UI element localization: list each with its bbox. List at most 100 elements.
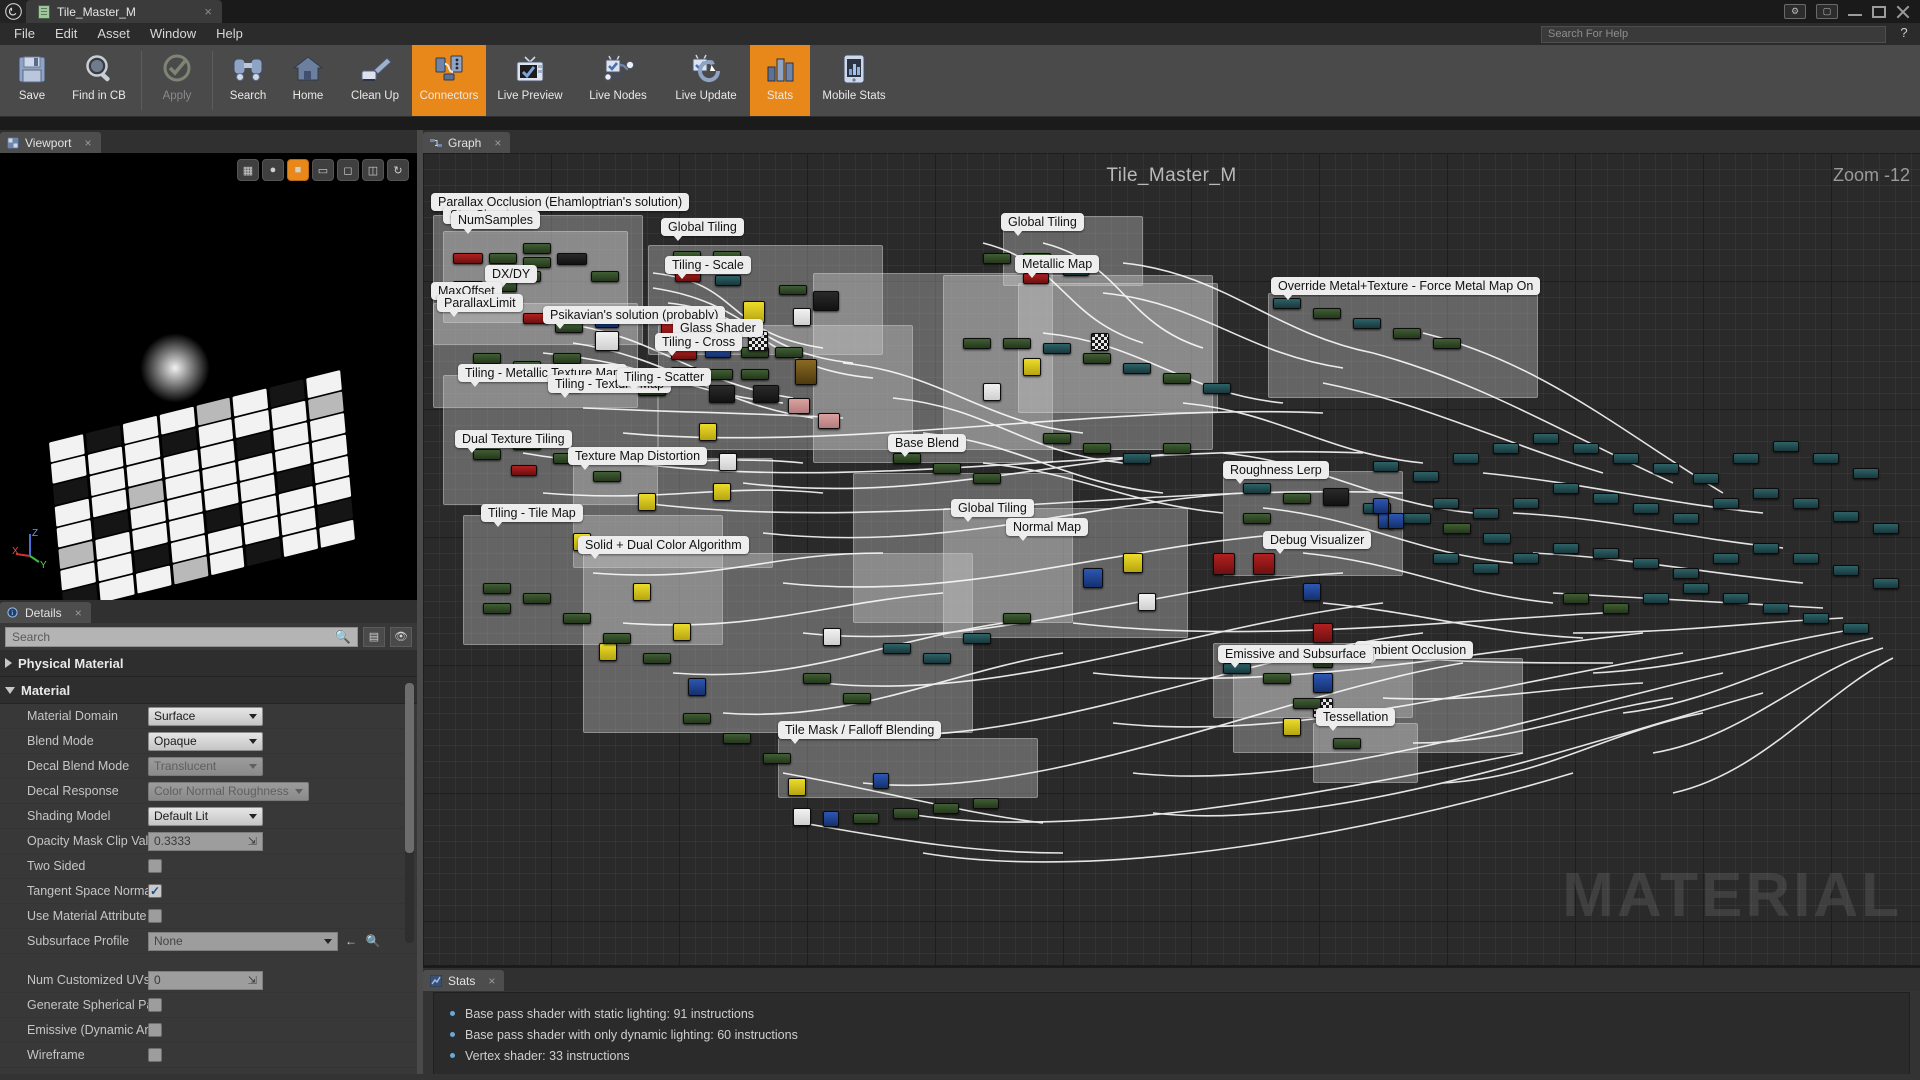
graph-comment-label[interactable]: Roughness Lerp [1223,461,1329,484]
use-selected-asset-icon[interactable]: ← [342,932,360,950]
quick-settings-icon[interactable]: ⚙ [1784,4,1806,19]
toolbar-button-connectors[interactable]: Connectors [412,45,486,116]
opacity-mask-clip-value-input[interactable]: 0.3333 ⇲ [148,831,263,851]
document-tab[interactable]: Tile_Master_M × [26,0,222,23]
scrollbar-thumb[interactable] [405,683,414,853]
close-icon[interactable]: × [488,974,495,988]
toolbar-button-search[interactable]: Search [218,45,278,116]
viewport-btn-reset-icon[interactable]: ↻ [387,159,409,181]
material-domain-select[interactable]: Surface [148,706,263,726]
search-icon[interactable]: 🔍 [335,629,351,645]
viewport-btn-cube-icon[interactable]: ■ [287,159,309,181]
close-icon[interactable]: × [494,136,501,150]
graph-comment-label[interactable]: Base Blend [888,434,966,457]
comment-region[interactable] [1268,293,1538,398]
property-value [148,859,417,873]
viewport-btn-plane-icon[interactable]: ▭ [312,159,334,181]
toolbar-button-stats[interactable]: Stats [750,45,810,116]
graph-comment-label[interactable]: Global Tiling [951,499,1034,522]
graph-comment-label[interactable]: Tessellation [1316,708,1396,731]
blend-mode-select[interactable]: Opaque [148,731,263,751]
graph-comment-label[interactable]: Debug Visualizer [1263,531,1372,554]
graph-comment-label[interactable]: Texture Map Distortion [568,447,708,470]
menu-window[interactable]: Window [140,23,206,45]
viewport-btn-cylinder-icon[interactable]: ◻ [337,159,359,181]
graph-comment-label[interactable]: ParallaxLimit [437,294,523,317]
help-question-icon[interactable]: ? [1894,25,1914,40]
close-icon[interactable]: × [202,4,214,19]
toolbar-label-save: Save [18,90,46,102]
close-icon[interactable]: × [84,136,91,150]
console-icon[interactable]: ▢ [1816,4,1838,19]
category-material[interactable]: Material [0,677,417,704]
comment-region[interactable] [778,738,1038,798]
material-graph-canvas[interactable]: Tile_Master_M Zoom -12 MATERIAL Parallax… [423,153,1920,965]
graph-comment-label[interactable]: Emissive and Subsurface [1218,645,1374,668]
emissive-dynamic-area-light-checkbox[interactable] [148,1023,162,1037]
toolbar-button-find-in-cb[interactable]: Find in CB [62,45,136,116]
property-label: Num Customized UVs [27,973,148,987]
subsurface-profile-asset-picker[interactable]: None [148,931,338,951]
help-search-input[interactable]: Search For Help [1541,25,1886,43]
menu-edit[interactable]: Edit [45,23,87,45]
minimize-icon[interactable] [1848,8,1862,16]
toolbar-button-apply[interactable]: Apply [147,45,207,116]
graph-comment-label[interactable]: Override Metal+Texture - Force Metal Map… [1271,277,1541,300]
maximize-icon[interactable] [1872,5,1886,18]
shading-model-select[interactable]: Default Lit [148,806,263,826]
two-sided-checkbox[interactable] [148,859,162,873]
spinner-icon[interactable]: ⇲ [248,974,257,987]
graph-comment-label[interactable]: Global Tiling [661,218,744,241]
tab-viewport[interactable]: Viewport × [0,132,101,153]
generate-spherical-normals-checkbox[interactable] [148,998,162,1012]
toolbar-button-live-nodes[interactable]: Live Nodes [574,45,662,116]
toolbar-button-save[interactable]: Save [2,45,62,116]
viewport-btn-sphere-icon[interactable]: ● [262,159,284,181]
toolbar-button-clean-up[interactable]: Clean Up [338,45,412,116]
toolbar-button-live-update[interactable]: Live Update [662,45,750,116]
tangent-space-normal-checkbox[interactable] [148,884,162,898]
comment-region[interactable] [853,473,1073,623]
graph-comment-label[interactable]: Tiling - Cross [655,333,743,356]
viewport-canvas[interactable]: ▦ ● ■ ▭ ◻ ◫ ↻ Z X Y [0,153,417,600]
toolbar-button-home[interactable]: Home [278,45,338,116]
stat-line: Base pass shader with static lighting: 9… [450,1003,1909,1024]
toolbar-button-mobile-stats[interactable]: Mobile Stats [810,45,898,116]
spinner-icon[interactable]: ⇲ [248,835,257,848]
property-row-wireframe: Wireframe [0,1043,417,1068]
menu-help[interactable]: Help [206,23,253,45]
menu-file[interactable]: File [4,23,45,45]
stats-content: Base pass shader with static lighting: 9… [433,992,1910,1078]
graph-comment-label[interactable]: Tiling - Tile Map [481,504,583,527]
num-customized-uvs-input[interactable]: 0 ⇲ [148,970,263,990]
tab-stats[interactable]: Stats × [423,970,505,991]
comment-region[interactable] [1313,723,1418,783]
details-visibility-icon[interactable]: 👁 [390,626,412,647]
graph-comment-label[interactable]: NumSamples [451,211,541,234]
menu-asset[interactable]: Asset [87,23,140,45]
category-physical-material[interactable]: Physical Material [0,650,417,677]
viewport-btn-grid-icon[interactable]: ▦ [237,159,259,181]
viewport-btn-custom-icon[interactable]: ◫ [362,159,384,181]
close-icon[interactable]: × [75,606,82,620]
property-value: Opaque [148,731,417,751]
graph-comment-label[interactable]: Tile Mask / Falloff Blending [778,721,942,744]
search-input[interactable]: Search 🔍 [5,626,358,647]
graph-comment-label[interactable]: Global Tiling [1001,213,1084,236]
toolbar-button-live-preview[interactable]: Live Preview [486,45,574,116]
window-close-icon[interactable] [1896,6,1910,18]
graph-comment-label[interactable]: Normal Map [1006,518,1089,541]
tab-graph[interactable]: Graph × [423,132,511,153]
graph-comment-label[interactable]: Dual Texture Tiling [455,430,572,453]
details-list-view-icon[interactable]: ▤ [363,626,385,647]
wireframe-checkbox[interactable] [148,1048,162,1062]
graph-comment-label[interactable]: DX/DY [485,265,538,288]
use-material-attributes-checkbox[interactable] [148,909,162,923]
browse-to-asset-icon[interactable]: 🔍 [364,932,382,950]
tab-details[interactable]: i Details × [0,602,91,623]
details-scrollbar[interactable] [405,683,414,943]
graph-comment-label[interactable]: Metallic Map [1015,255,1100,278]
graph-comment-label[interactable]: Tiling - Scatter [617,368,712,391]
graph-comment-label[interactable]: Solid + Dual Color Algorithm [578,536,749,559]
graph-comment-label[interactable]: Tiling - Scale [665,256,751,279]
